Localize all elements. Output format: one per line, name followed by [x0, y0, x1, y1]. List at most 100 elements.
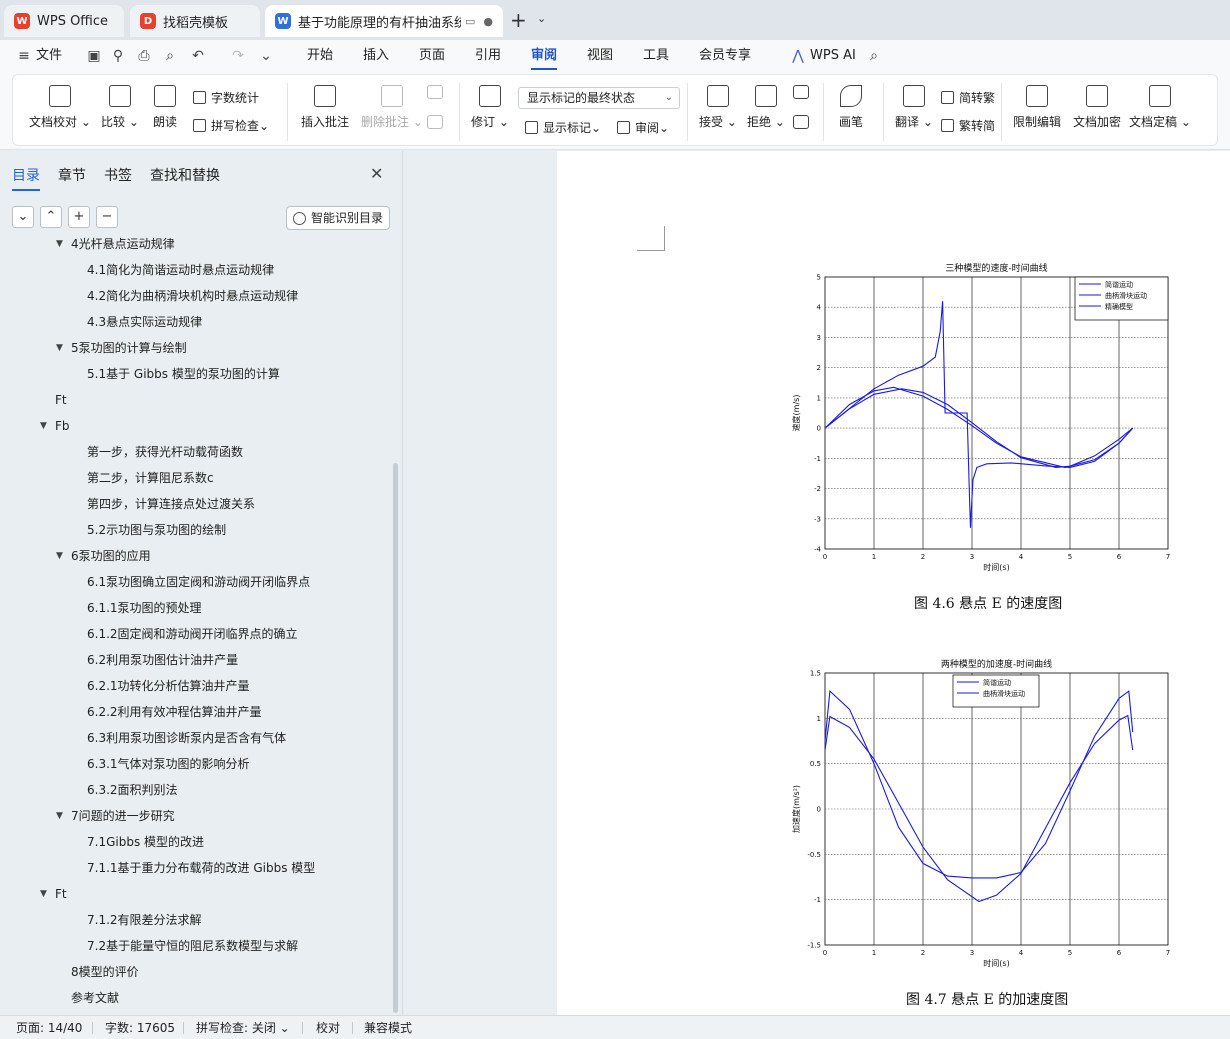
menu-view[interactable]: 视图 — [587, 40, 613, 72]
review-pane-button[interactable]: 审阅 ⌄ — [617, 119, 669, 136]
toc-item[interactable]: 6.1.1泵功图的预处理 — [0, 597, 390, 619]
close-icon[interactable]: ✕ — [370, 164, 383, 183]
page-indicator[interactable]: 页面: 14/40 — [16, 1016, 82, 1039]
show-markup-button[interactable]: 显示标记 ⌄ — [525, 119, 601, 136]
traditional-to-simplified-button[interactable]: 繁转简 — [941, 117, 995, 134]
spell-check-button[interactable]: 拼写检查 ⌄ — [193, 117, 269, 134]
toc-item[interactable]: 7.1.1基于重力分布载荷的改进 Gibbs 模型 — [0, 857, 390, 879]
document-canvas[interactable]: 三种模型的速度-时间曲线 0 1 2 3 4 5 6 7 -4 -3 -2 -1 0 1 2 3 4 5 时间(s) 速… — [404, 151, 1230, 1015]
toc-item[interactable]: ▼ 6泵功图的应用 — [0, 545, 390, 567]
remove-heading-icon[interactable]: − — [96, 206, 118, 228]
markup-state-select[interactable]: 显示标记的最终状态 ⌄ — [518, 87, 680, 109]
customize-chevron-icon[interactable]: ⌄ — [258, 48, 274, 64]
toc-item[interactable]: 参考文献 — [0, 987, 390, 1009]
toc-item[interactable]: 6.1泵功图确立固定阀和游动阀开闭临界点 — [0, 571, 390, 593]
prev-comment-button[interactable] — [427, 85, 443, 105]
toc-item[interactable]: ▼ Fb — [0, 415, 390, 437]
menu-review[interactable]: 审阅 — [531, 40, 558, 72]
sidebar-tab-toc[interactable]: 目录 — [12, 165, 40, 191]
accept-button[interactable]: 接受 ⌄ — [699, 85, 737, 130]
toc-item[interactable]: ▼ 5泵功图的计算与绘制 — [0, 337, 390, 359]
toc-item[interactable]: 第二步，计算阻尼系数c — [0, 467, 390, 489]
toc-item[interactable]: 6.3.1气体对泵功图的影响分析 — [0, 753, 390, 775]
tab-wps-office[interactable]: W WPS Office — [4, 5, 124, 37]
tab-current-document[interactable]: W 基于功能原理的有杆抽油系统故 ▭ ● — [265, 5, 503, 37]
menu-member[interactable]: 会员专享 — [699, 40, 751, 72]
menu-wps-ai[interactable]: WPS AI — [810, 40, 856, 72]
add-tab-icon[interactable]: + — [510, 8, 527, 32]
toc-item[interactable]: 5.2示功图与泵功图的绘制 — [0, 519, 390, 541]
toc-item[interactable]: 6.2利用泵功图估计油井产量 — [0, 649, 390, 671]
expand-arrow-icon[interactable]: ▼ — [40, 883, 47, 905]
toc-item[interactable]: 7.1.2有限差分法求解 — [0, 909, 390, 931]
search-icon[interactable]: ⌕ — [866, 48, 882, 64]
insert-comment-button[interactable]: 插入批注 — [301, 85, 349, 130]
menu-insert[interactable]: 插入 — [363, 40, 389, 72]
sidebar-scrollbar[interactable] — [393, 463, 398, 1013]
toc-item[interactable]: 4.1简化为简谐运动时悬点运动规律 — [0, 259, 390, 281]
expand-arrow-icon[interactable]: ▼ — [56, 545, 63, 567]
compare-button[interactable]: 比较 ⌄ — [101, 85, 139, 130]
word-count-button[interactable]: 字数统计 — [193, 89, 259, 106]
expand-arrow-icon[interactable]: ▼ — [56, 237, 63, 255]
smart-toc-button[interactable]: 智能识别目录 — [286, 206, 390, 230]
wps-ai-icon[interactable]: ⋀ — [790, 48, 806, 64]
save-icon[interactable]: ▣ — [86, 48, 102, 64]
translate-button[interactable]: 翻译 ⌄ — [895, 85, 933, 130]
track-changes-button[interactable]: 修订 ⌄ — [471, 85, 509, 130]
toc-item[interactable]: ▼ 4光杆悬点运动规律 — [0, 237, 390, 255]
menu-tools[interactable]: 工具 — [643, 40, 669, 72]
toc-item[interactable]: 8模型的评价 — [0, 961, 390, 983]
expand-arrow-icon[interactable]: ▼ — [56, 337, 63, 359]
read-aloud-button[interactable]: 朗读 — [153, 85, 177, 130]
delete-comment-button[interactable]: 删除批注 ⌄ — [361, 85, 423, 130]
toc-item[interactable]: 7.2基于能量守恒的阻尼系数模型与求解 — [0, 935, 390, 957]
spell-check-status[interactable]: 拼写检查: 关闭 ⌄ — [196, 1016, 290, 1039]
doc-check-button[interactable]: 文档校对 ⌄ — [29, 85, 91, 130]
word-count-indicator[interactable]: 字数: 17605 — [105, 1016, 175, 1039]
next-change-button[interactable] — [793, 115, 809, 135]
prev-change-button[interactable] — [793, 85, 809, 105]
menu-file[interactable]: 文件 — [36, 40, 62, 72]
print-icon[interactable]: ⎙ — [136, 48, 152, 64]
chevron-up-icon[interactable]: ⌃ — [40, 206, 62, 228]
toc-item[interactable]: Ft — [0, 389, 390, 411]
menu-home[interactable]: 开始 — [307, 40, 333, 72]
add-heading-icon[interactable]: + — [68, 206, 90, 228]
chevron-down-icon[interactable]: ⌄ — [537, 12, 546, 25]
next-comment-button[interactable] — [427, 115, 443, 135]
toc-item[interactable]: 6.2.1功转化分析估算油井产量 — [0, 675, 390, 697]
toc-item[interactable]: 6.3利用泵功图诊断泵内是否含有气体 — [0, 727, 390, 749]
toc-item[interactable]: ▼ 7问题的进一步研究 — [0, 805, 390, 827]
reject-button[interactable]: 拒绝 ⌄ — [747, 85, 785, 130]
toc-item[interactable]: ▼ Ft — [0, 883, 390, 905]
pen-button[interactable]: 画笔 — [839, 85, 863, 130]
toc-item[interactable]: 第一步，获得光杆动载荷函数 — [0, 441, 390, 463]
toc-item[interactable]: 4.2简化为曲柄滑块机构时悬点运动规律 — [0, 285, 390, 307]
sidebar-tab-bookmarks[interactable]: 书签 — [104, 165, 132, 185]
tab-close-dot-icon[interactable]: ● — [483, 15, 493, 28]
link-icon[interactable]: ⚲ — [110, 48, 126, 64]
toc-item[interactable]: 6.3.2面积判别法 — [0, 779, 390, 801]
monitor-icon[interactable]: ▭ — [465, 15, 475, 28]
restrict-edit-button[interactable]: 限制编辑 — [1013, 85, 1061, 130]
proofread-status[interactable]: 校对 — [316, 1016, 340, 1039]
toc-item[interactable]: 6.1.2固定阀和游动阀开闭临界点的确立 — [0, 623, 390, 645]
hamburger-icon[interactable]: ≡ — [16, 48, 32, 64]
redo-icon[interactable]: ↷ — [230, 48, 246, 64]
expand-arrow-icon[interactable]: ▼ — [40, 415, 47, 437]
print-preview-icon[interactable]: ⌕ — [162, 48, 178, 64]
toc-item[interactable]: 4.3悬点实际运动规律 — [0, 311, 390, 333]
sidebar-tab-chapters[interactable]: 章节 — [58, 165, 86, 185]
document-page[interactable]: 三种模型的速度-时间曲线 0 1 2 3 4 5 6 7 -4 -3 -2 -1 0 1 2 3 4 5 时间(s) 速… — [557, 151, 1230, 1015]
undo-icon[interactable]: ↶ — [190, 48, 206, 64]
tab-docer-templates[interactable]: D 找稻壳模板 — [130, 5, 260, 37]
simplified-to-traditional-button[interactable]: 简转繁 — [941, 89, 995, 106]
menu-page[interactable]: 页面 — [419, 40, 445, 72]
encrypt-button[interactable]: 文档加密 — [1073, 85, 1121, 130]
toc-item[interactable]: 5.1基于 Gibbs 模型的泵功图的计算 — [0, 363, 390, 385]
collapse-all-chevron-down-icon[interactable]: ⌄ — [12, 206, 34, 228]
expand-arrow-icon[interactable]: ▼ — [56, 805, 63, 827]
toc-item[interactable]: 7.1Gibbs 模型的改进 — [0, 831, 390, 853]
menu-references[interactable]: 引用 — [475, 40, 501, 72]
